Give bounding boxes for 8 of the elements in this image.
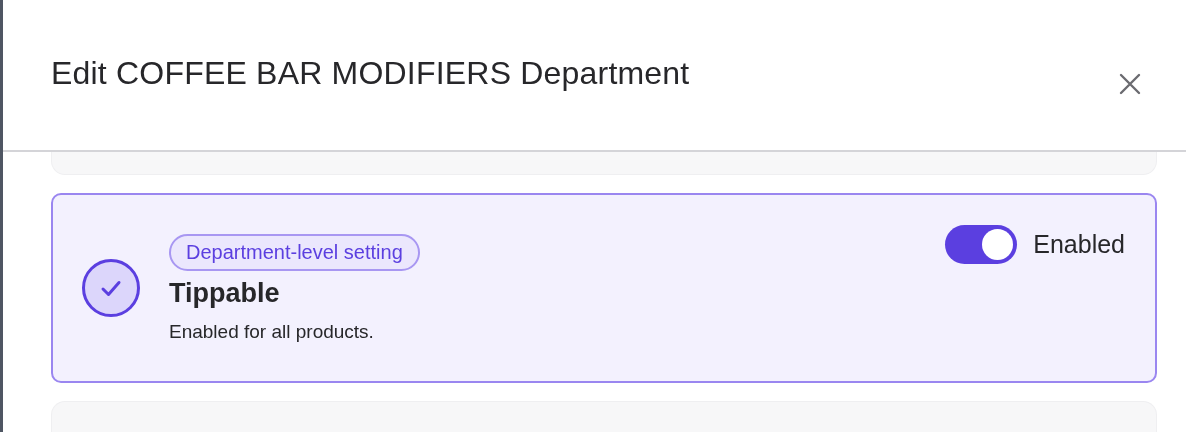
setting-title: Tippable (169, 277, 280, 309)
department-level-badge: Department-level setting (169, 233, 420, 271)
dialog-title: Edit COFFEE BAR MODIFIERS Department (51, 55, 690, 92)
close-button[interactable] (1118, 72, 1142, 96)
toggle-switch[interactable] (945, 225, 1018, 264)
setting-description: Enabled for all products. (169, 320, 374, 343)
toggle-label: Enabled (1033, 230, 1125, 259)
close-icon (1118, 72, 1142, 96)
